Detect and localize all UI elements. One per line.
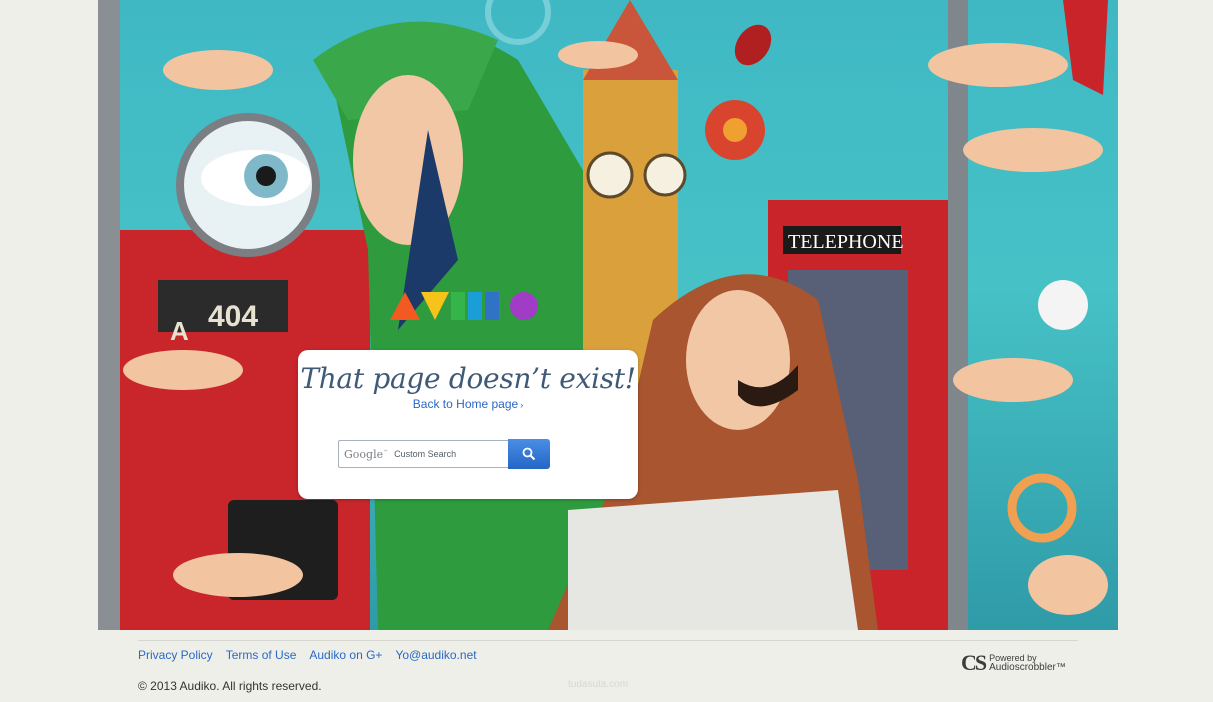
chevron-right-icon: ›	[520, 400, 524, 410]
powered-by-audioscrobbler[interactable]: CS Powered by Audioscrobbler™	[961, 650, 1066, 676]
footer-divider	[138, 640, 1078, 641]
terms-of-use-link[interactable]: Terms of Use	[226, 648, 297, 662]
powered-by-text: Powered by Audioscrobbler™	[989, 654, 1066, 673]
google-logo: Google™	[344, 448, 388, 461]
google-brand-text: Google	[344, 447, 384, 461]
back-link-label: Back to Home page	[412, 397, 519, 411]
email-link[interactable]: Yo@audiko.net	[395, 648, 476, 662]
copyright-text: © 2013 Audiko. All rights reserved.	[138, 679, 322, 693]
illustration-scene: A 404 TELEPHONE	[98, 0, 1108, 630]
search-input[interactable]: Google™ Custom Search	[338, 440, 508, 468]
search-button[interactable]	[508, 439, 550, 469]
not-found-card: That page doesn’t exist! Back to Home pa…	[298, 350, 638, 499]
google-tm: ™	[383, 448, 389, 455]
custom-search: Google™ Custom Search	[338, 439, 552, 470]
powered-by-line2: Audioscrobbler™	[989, 662, 1066, 673]
bus-letter: A	[170, 316, 189, 346]
privacy-policy-link[interactable]: Privacy Policy	[138, 648, 213, 662]
phone-box-sign: TELEPHONE	[788, 231, 904, 253]
audioscrobbler-logo: CS	[961, 650, 987, 675]
page-title: That page doesn’t exist!	[300, 362, 636, 395]
watermark-text: tudasuta.com	[568, 679, 629, 690]
back-to-home-link[interactable]: Back to Home page ›	[413, 397, 523, 411]
hero-illustration: A 404 TELEPHONE	[98, 0, 1118, 630]
search-icon	[522, 447, 536, 461]
footer-links: Privacy Policy Terms of Use Audiko on G+…	[138, 648, 477, 662]
search-placeholder: Custom Search	[394, 449, 457, 459]
audiko-gplus-link[interactable]: Audiko on G+	[309, 648, 382, 662]
bus-number: 404	[208, 300, 258, 333]
